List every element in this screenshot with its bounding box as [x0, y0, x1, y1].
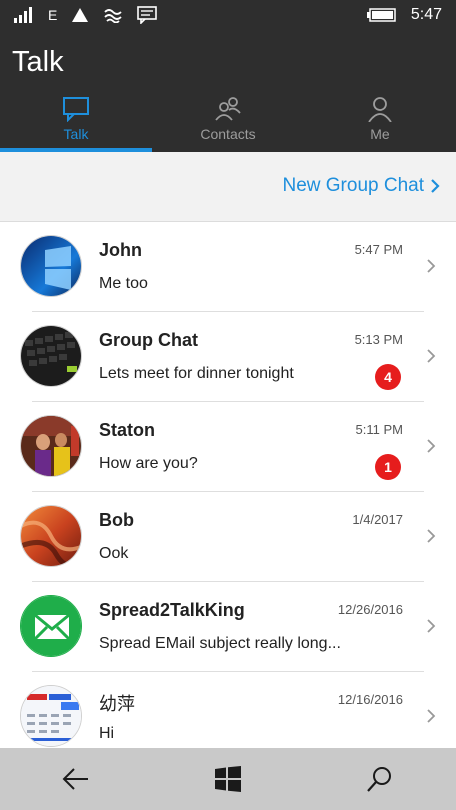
chevron-right-icon — [427, 529, 436, 543]
avatar — [20, 685, 82, 747]
message-time: 5:13 PM — [354, 332, 403, 347]
new-group-chat-label: New Group Chat — [282, 175, 424, 196]
status-time: 5:47 — [410, 6, 442, 23]
chevron-right-icon — [427, 439, 436, 453]
back-button[interactable] — [0, 748, 152, 810]
tab-me-label: Me — [370, 126, 390, 142]
message-time: 12/16/2016 — [337, 692, 403, 707]
signal-icon — [14, 7, 32, 23]
chat-bubble-icon — [63, 97, 89, 122]
conversation-row[interactable]: Spread2TalkKing 12/26/2016 Spread EMail … — [0, 582, 456, 672]
message-time: 1/4/2017 — [352, 512, 403, 527]
conversation-list[interactable]: John 5:47 PM Me too Group Chat 5:13 PM L… — [0, 222, 456, 748]
tab-talk-label: Talk — [63, 126, 89, 142]
status-bar: E 5:47 — [0, 0, 456, 32]
wifi-icon — [72, 8, 89, 22]
avatar — [20, 415, 82, 477]
message-time: 5:47 PM — [354, 242, 403, 257]
conversation-row[interactable]: 幼萍 12/16/2016 Hi — [0, 672, 456, 748]
system-nav-bar — [0, 748, 456, 810]
search-icon — [367, 767, 391, 792]
windows-logo-icon — [215, 766, 241, 792]
message-time: 5:11 PM — [355, 422, 403, 437]
network-type-indicator: E — [48, 7, 58, 23]
chevron-right-icon — [427, 709, 436, 723]
message-preview: How are you? — [99, 455, 198, 472]
start-button[interactable] — [152, 748, 304, 810]
app-header: Talk Talk Contacts Me — [0, 32, 456, 152]
chevron-right-icon — [431, 179, 440, 193]
tab-contacts[interactable]: Contacts — [152, 94, 304, 152]
tab-bar: Talk Contacts Me — [0, 94, 456, 152]
avatar — [20, 595, 82, 657]
tab-talk[interactable]: Talk — [0, 94, 152, 152]
contact-name: Spread2TalkKing — [99, 600, 245, 620]
battery-icon — [366, 8, 396, 22]
envelope-icon — [21, 596, 81, 656]
avatar — [20, 325, 82, 387]
chevron-right-icon — [427, 349, 436, 363]
contact-name: Staton — [99, 420, 155, 440]
unread-badge: 1 — [375, 454, 401, 480]
app-title: Talk — [12, 46, 64, 78]
sync-icon — [104, 9, 122, 23]
contact-name: 幼萍 — [99, 694, 135, 714]
chevron-right-icon — [427, 259, 436, 273]
conversation-row[interactable]: John 5:47 PM Me too — [0, 222, 456, 312]
search-button[interactable] — [304, 748, 456, 810]
new-group-chat-button[interactable]: New Group Chat — [282, 175, 440, 197]
avatar — [20, 505, 82, 567]
message-preview: Hi — [99, 725, 115, 742]
message-preview: Spread EMail subject really long... — [99, 635, 341, 652]
message-preview: Ook — [99, 545, 129, 562]
new-group-bar: New Group Chat — [0, 152, 456, 222]
conversation-row[interactable]: Bob 1/4/2017 Ook — [0, 492, 456, 582]
message-preview: Lets meet for dinner tonight — [99, 365, 294, 382]
message-time: 12/26/2016 — [337, 602, 403, 617]
tab-contacts-label: Contacts — [200, 126, 256, 142]
contact-name: John — [99, 240, 142, 260]
contacts-icon — [215, 97, 241, 121]
chevron-right-icon — [427, 619, 436, 633]
contact-name: Bob — [99, 510, 134, 530]
unread-badge: 4 — [375, 364, 401, 390]
contact-name: Group Chat — [99, 330, 198, 350]
person-icon — [368, 97, 392, 122]
avatar — [20, 235, 82, 297]
tab-me[interactable]: Me — [304, 94, 456, 152]
conversation-row[interactable]: Staton 5:11 PM How are you? 1 — [0, 402, 456, 492]
message-preview: Me too — [99, 275, 148, 292]
conversation-row[interactable]: Group Chat 5:13 PM Lets meet for dinner … — [0, 312, 456, 402]
back-arrow-icon — [62, 768, 88, 790]
message-icon — [137, 6, 158, 24]
